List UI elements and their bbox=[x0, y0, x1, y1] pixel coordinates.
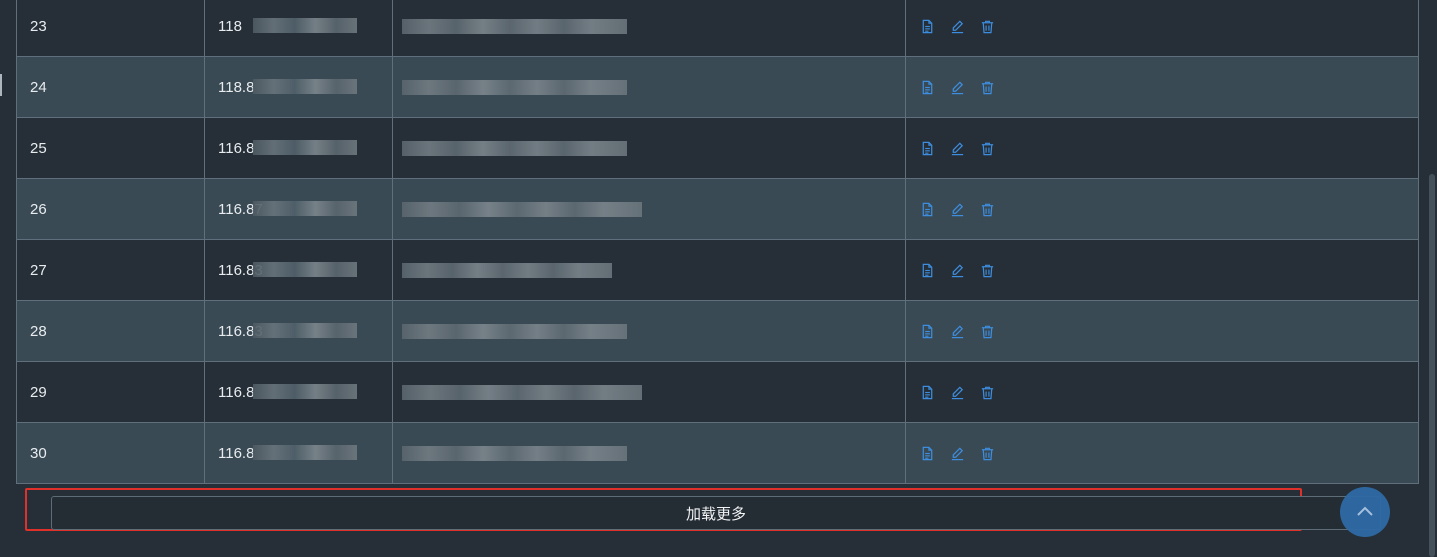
row-description bbox=[393, 423, 906, 483]
edit-icon[interactable] bbox=[949, 140, 965, 156]
redacted-ip bbox=[253, 140, 357, 155]
trash-icon[interactable] bbox=[979, 323, 995, 339]
row-index: 30 bbox=[17, 423, 205, 483]
document-icon[interactable] bbox=[919, 445, 935, 461]
row-actions bbox=[906, 179, 1418, 239]
row-ip: 116.8 bbox=[205, 362, 393, 422]
row-index: 27 bbox=[17, 240, 205, 300]
ip-text: 116.8 bbox=[218, 139, 255, 157]
row-ip: 116.8 bbox=[205, 118, 393, 178]
redacted-ip bbox=[253, 323, 357, 338]
redacted-description bbox=[402, 140, 627, 156]
row-index: 23 bbox=[17, 0, 205, 56]
trash-icon[interactable] bbox=[979, 140, 995, 156]
edit-icon[interactable] bbox=[949, 384, 965, 400]
row-actions bbox=[906, 301, 1418, 361]
redacted-description bbox=[402, 201, 642, 217]
document-icon[interactable] bbox=[919, 262, 935, 278]
document-icon[interactable] bbox=[919, 140, 935, 156]
document-icon[interactable] bbox=[919, 79, 935, 95]
row-ip: 118 bbox=[205, 0, 393, 56]
trash-icon[interactable] bbox=[979, 384, 995, 400]
redacted-ip bbox=[253, 18, 357, 33]
row-description bbox=[393, 362, 906, 422]
edit-icon[interactable] bbox=[949, 18, 965, 34]
row-index: 24 bbox=[17, 57, 205, 117]
trash-icon[interactable] bbox=[979, 18, 995, 34]
edit-icon[interactable] bbox=[949, 445, 965, 461]
document-icon[interactable] bbox=[919, 18, 935, 34]
row-ip: 116.83 bbox=[205, 301, 393, 361]
table-row: 24 118.8 bbox=[17, 57, 1418, 118]
row-actions bbox=[906, 118, 1418, 178]
row-actions bbox=[906, 423, 1418, 483]
ip-text: 118 bbox=[218, 17, 242, 35]
back-to-top-button[interactable] bbox=[1340, 487, 1390, 537]
redacted-description bbox=[402, 323, 627, 339]
row-ip: 118.8 bbox=[205, 57, 393, 117]
document-icon[interactable] bbox=[919, 323, 935, 339]
table-row: 28 116.83 bbox=[17, 301, 1418, 362]
redacted-description bbox=[402, 384, 642, 400]
table-row: 26 116.87 bbox=[17, 179, 1418, 240]
document-icon[interactable] bbox=[919, 201, 935, 217]
edit-icon[interactable] bbox=[949, 201, 965, 217]
load-more-button[interactable]: 加载更多 bbox=[51, 496, 1381, 530]
trash-icon[interactable] bbox=[979, 262, 995, 278]
scrollbar-thumb[interactable] bbox=[1429, 174, 1435, 557]
row-description bbox=[393, 240, 906, 300]
scrollbar[interactable] bbox=[1427, 0, 1437, 557]
data-table: 23 118 24 118.8 25 116.8 26 116.87 27 116.83 28 116… bbox=[16, 0, 1419, 484]
row-index: 26 bbox=[17, 179, 205, 239]
trash-icon[interactable] bbox=[979, 79, 995, 95]
row-ip: 116.87 bbox=[205, 179, 393, 239]
row-actions bbox=[906, 240, 1418, 300]
row-description bbox=[393, 118, 906, 178]
table-row: 27 116.83 bbox=[17, 240, 1418, 301]
redacted-ip bbox=[253, 262, 357, 277]
redacted-ip bbox=[253, 384, 357, 399]
row-ip: 116.8 bbox=[205, 423, 393, 483]
ip-text: 118.8 bbox=[218, 78, 255, 96]
redacted-ip bbox=[253, 445, 357, 460]
ip-text: 116.8 bbox=[218, 444, 255, 462]
redacted-ip bbox=[253, 201, 357, 216]
document-icon[interactable] bbox=[919, 384, 935, 400]
table-page: 23 118 24 118.8 25 116.8 26 116.87 27 116.83 28 116… bbox=[0, 0, 1437, 557]
edit-icon[interactable] bbox=[949, 323, 965, 339]
row-ip: 116.83 bbox=[205, 240, 393, 300]
row-index: 29 bbox=[17, 362, 205, 422]
table-row: 23 118 bbox=[17, 0, 1418, 57]
row-actions bbox=[906, 57, 1418, 117]
trash-icon[interactable] bbox=[979, 445, 995, 461]
chevron-up-icon bbox=[1354, 501, 1376, 523]
trash-icon[interactable] bbox=[979, 201, 995, 217]
row-actions bbox=[906, 362, 1418, 422]
row-description bbox=[393, 179, 906, 239]
table-row: 25 116.8 bbox=[17, 118, 1418, 179]
row-description bbox=[393, 0, 906, 56]
row-actions bbox=[906, 0, 1418, 56]
row-index: 28 bbox=[17, 301, 205, 361]
edit-icon[interactable] bbox=[949, 262, 965, 278]
row-description bbox=[393, 57, 906, 117]
redacted-description bbox=[402, 262, 612, 278]
table-row: 30 116.8 bbox=[17, 423, 1418, 484]
row-description bbox=[393, 301, 906, 361]
redacted-description bbox=[402, 18, 627, 34]
row-index: 25 bbox=[17, 118, 205, 178]
edit-icon[interactable] bbox=[949, 79, 965, 95]
table-row: 29 116.8 bbox=[17, 362, 1418, 423]
ip-text: 116.8 bbox=[218, 383, 255, 401]
redacted-ip bbox=[253, 79, 357, 94]
redacted-description bbox=[402, 445, 627, 461]
redacted-description bbox=[402, 79, 627, 95]
edge-marker bbox=[0, 74, 2, 96]
